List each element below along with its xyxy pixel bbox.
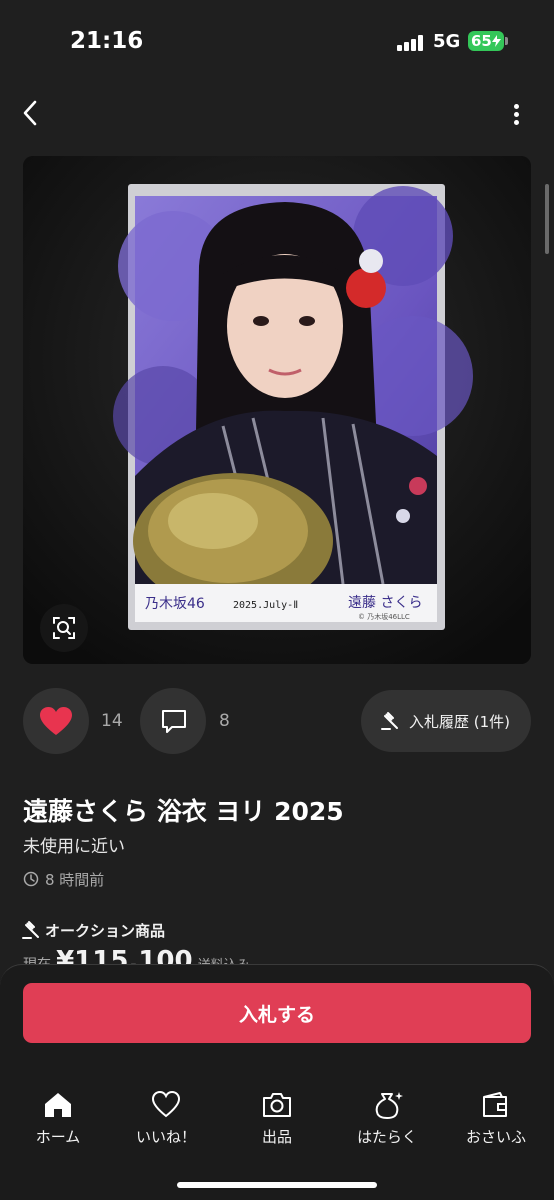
home-icon — [45, 1093, 71, 1117]
tab-work[interactable]: はたらく — [332, 1090, 442, 1152]
tab-work-label: はたらく — [357, 1128, 417, 1146]
bid-history-label: 入札履歴 (1件) — [409, 713, 511, 731]
clock-icon — [23, 871, 39, 887]
place-bid-button[interactable]: 入札する — [23, 983, 531, 1043]
bid-history-button[interactable]: 入札履歴 (1件) — [361, 690, 531, 752]
tab-wallet[interactable]: おさいふ — [441, 1090, 551, 1152]
auction-label: オークション商品 — [45, 922, 166, 940]
item-condition: 未使用に近い — [23, 837, 125, 857]
gavel-icon — [22, 921, 39, 939]
battery-cap — [505, 37, 508, 45]
tab-home[interactable]: ホーム — [3, 1090, 113, 1152]
scroll-indicator[interactable] — [545, 184, 549, 254]
product-title: 遠藤さくら 浴衣 ヨリ 2025 — [23, 797, 344, 826]
comment-count: 8 — [219, 711, 230, 731]
tab-wallet-label: おさいふ — [465, 1128, 526, 1146]
heart-icon — [40, 707, 72, 735]
chevron-left-icon — [23, 100, 37, 126]
comment-button[interactable] — [140, 688, 206, 754]
tab-sell-label: 出品 — [261, 1128, 292, 1146]
battery-level: 65 — [471, 32, 492, 50]
back-button[interactable] — [14, 96, 48, 130]
card-date: 2025.July-Ⅱ — [233, 600, 298, 611]
product-image[interactable]: 乃木坂46 2025.July-Ⅱ 遠藤 さくら © 乃木坂46LLC — [23, 156, 531, 664]
network-label: 5G — [433, 31, 461, 52]
image-zoom-button[interactable] — [40, 604, 88, 652]
card-brand: 乃木坂46 — [145, 596, 205, 612]
like-button[interactable] — [23, 688, 89, 754]
camera-icon — [263, 1093, 291, 1117]
tab-likes[interactable]: いいね！ — [111, 1090, 221, 1152]
money-bag-icon — [375, 1092, 403, 1119]
gavel-icon — [381, 712, 398, 730]
scan-search-icon — [53, 617, 75, 639]
tab-likes-label: いいね！ — [135, 1128, 196, 1146]
home-indicator[interactable] — [177, 1182, 377, 1188]
card-copyright: © 乃木坂46LLC — [358, 612, 410, 621]
signal-icon — [397, 35, 425, 51]
battery-icon: 65 — [468, 31, 504, 51]
posted-time-label: 8 時間前 — [45, 871, 105, 889]
photo-card: 乃木坂46 2025.July-Ⅱ 遠藤 さくら © 乃木坂46LLC — [23, 156, 531, 664]
comment-icon — [162, 710, 186, 733]
card-name: 遠藤 さくら — [348, 595, 422, 611]
status-bar: 21:16 5G 65 — [0, 0, 554, 84]
more-options-button[interactable] — [502, 98, 530, 132]
tab-sell[interactable]: 出品 — [222, 1090, 332, 1152]
tab-home-label: ホーム — [35, 1128, 81, 1146]
heart-outline-icon — [151, 1090, 181, 1118]
status-time: 21:16 — [70, 28, 144, 54]
wallet-icon — [483, 1092, 507, 1117]
like-count: 14 — [101, 711, 123, 731]
